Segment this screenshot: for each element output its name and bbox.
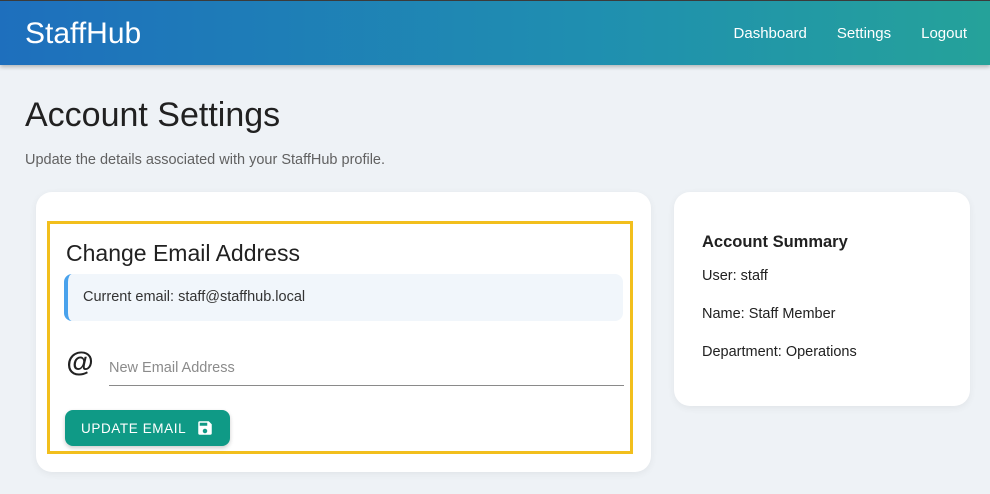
top-navbar: StaffHub Dashboard Settings Logout	[0, 0, 990, 65]
current-email-notice: Current email: staff@staffhub.local	[64, 274, 623, 321]
summary-user: User: staff	[702, 268, 768, 284]
change-email-form: Change Email Address Current email: staf…	[47, 221, 633, 454]
page-subtitle: Update the details associated with your …	[25, 152, 386, 168]
change-email-card: Change Email Address Current email: staf…	[36, 192, 651, 472]
new-email-input[interactable]	[109, 344, 624, 386]
update-email-button[interactable]: UPDATE EMAIL	[65, 410, 230, 446]
update-email-label: UPDATE EMAIL	[81, 420, 187, 436]
save-icon	[198, 421, 212, 435]
summary-name: Name: Staff Member	[702, 306, 836, 322]
nav-links: Dashboard Settings Logout	[734, 25, 967, 42]
nav-link-dashboard[interactable]: Dashboard	[734, 25, 807, 42]
nav-link-logout[interactable]: Logout	[921, 25, 967, 42]
nav-link-settings[interactable]: Settings	[837, 25, 891, 42]
page-title: Account Settings	[25, 96, 281, 134]
current-email-text: Current email: staff@staffhub.local	[83, 289, 306, 305]
brand-logo[interactable]: StaffHub	[25, 17, 141, 51]
summary-department: Department: Operations	[702, 344, 857, 360]
summary-title: Account Summary	[702, 233, 848, 251]
at-icon: @	[66, 346, 94, 377]
account-summary-card: Account Summary User: staff Name: Staff …	[674, 192, 970, 406]
section-title: Change Email Address	[66, 240, 300, 266]
